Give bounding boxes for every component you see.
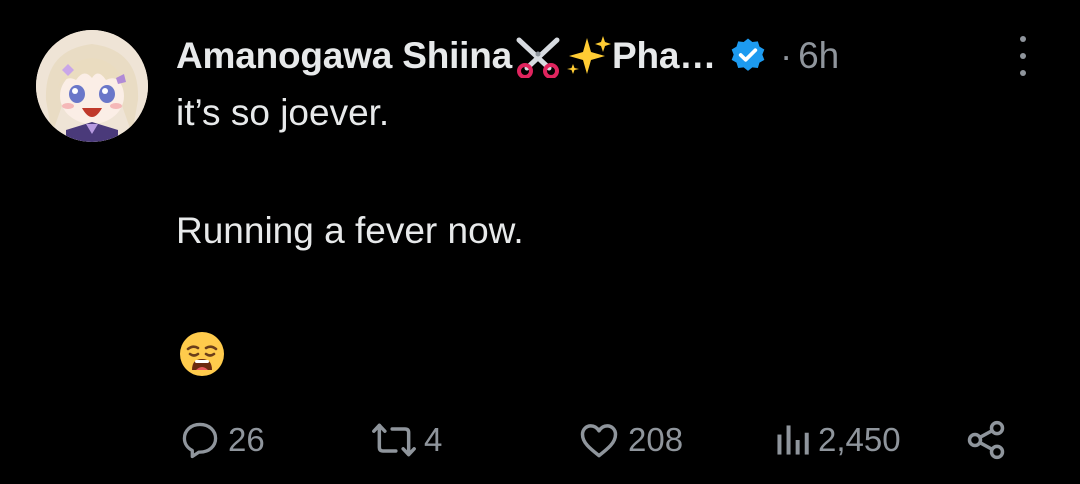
sparkles-icon (565, 34, 612, 78)
views-button[interactable]: 2,450 (772, 412, 901, 468)
post-header: Amanogawa Shiina Pha… · 6h (176, 30, 839, 82)
views-chart-icon (772, 418, 812, 462)
repost-button[interactable]: 4 (370, 412, 442, 468)
like-count: 208 (628, 421, 684, 458)
author-display-name[interactable]: Amanogawa Shiina (176, 35, 512, 77)
reply-count: 26 (228, 421, 265, 458)
share-icon (964, 418, 1008, 462)
reply-icon (178, 418, 222, 462)
author-name-suffix[interactable]: Pha… (612, 35, 716, 77)
like-button[interactable]: 208 (576, 412, 683, 468)
post-text-line: it’s so joever. (176, 92, 390, 133)
views-count: 2,450 (818, 421, 901, 458)
reply-button[interactable]: 26 (178, 412, 265, 468)
share-button[interactable] (964, 412, 1008, 468)
action-bar: 26 4 208 2,450 (0, 412, 1080, 468)
scissors-icon (513, 34, 563, 78)
repost-count: 4 (424, 421, 443, 458)
separator-dot: · (780, 35, 793, 76)
post-text-line: Running a fever now. (176, 210, 524, 251)
post-timestamp[interactable]: 6h (798, 35, 839, 77)
repost-icon (370, 418, 418, 462)
heart-icon (576, 418, 622, 462)
avatar[interactable] (36, 30, 148, 142)
more-options-icon[interactable] (1008, 36, 1038, 76)
weary-face-icon (178, 330, 226, 378)
verified-badge-icon (728, 36, 768, 76)
